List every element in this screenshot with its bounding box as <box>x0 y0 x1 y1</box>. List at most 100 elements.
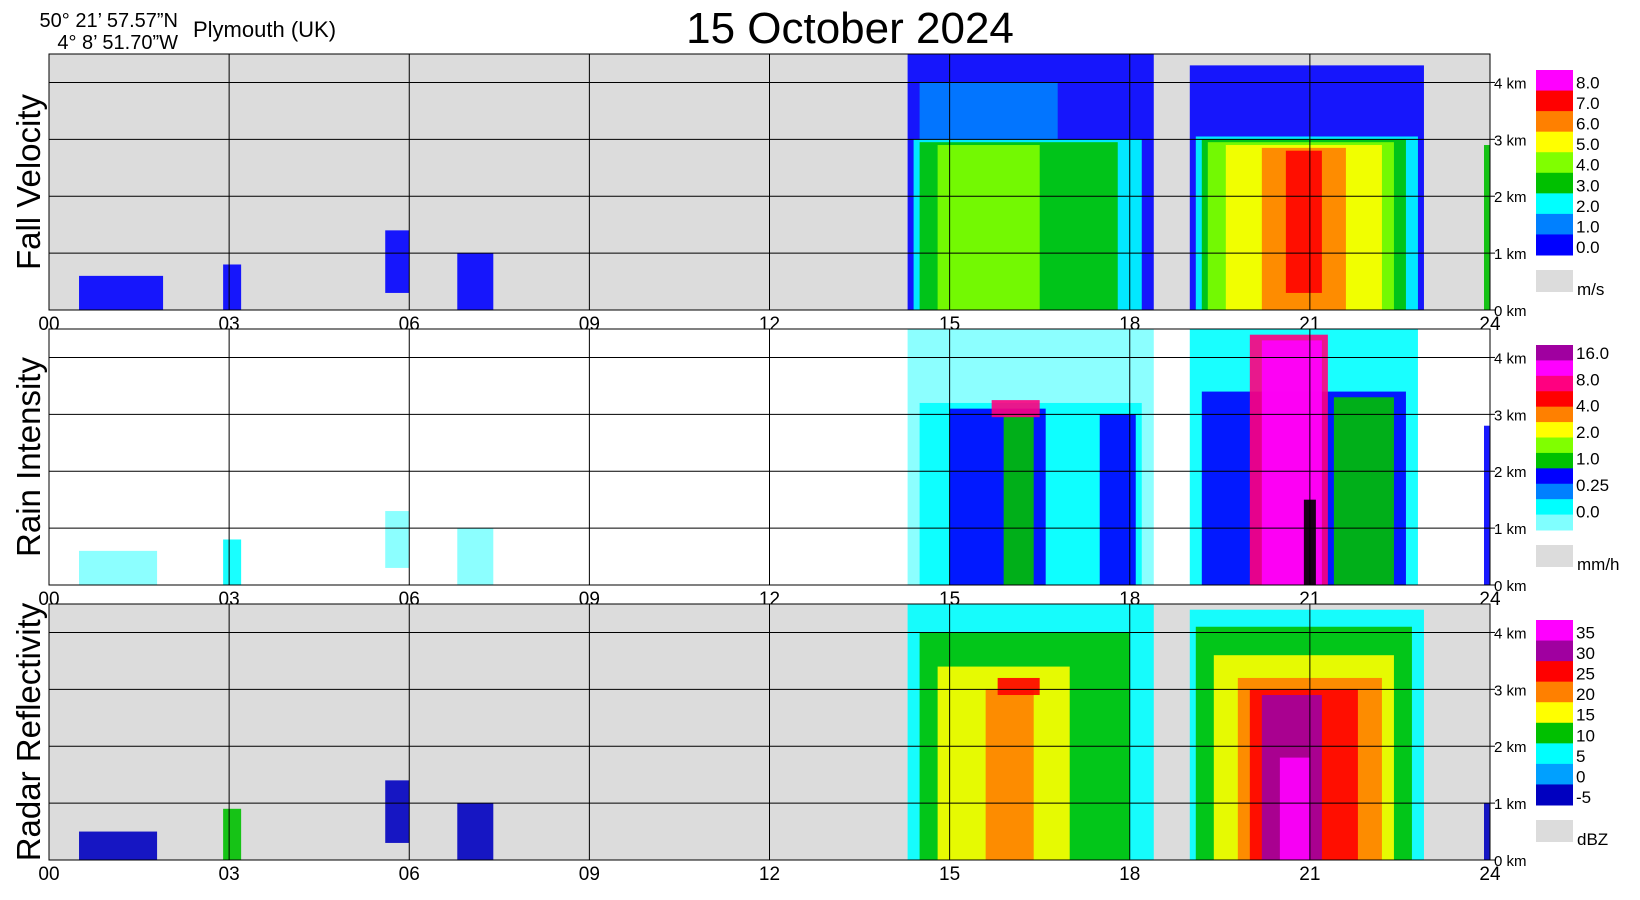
y-axis-label: Rain Intensity <box>10 357 47 557</box>
data-region <box>385 780 410 843</box>
legend-swatch <box>1536 722 1573 744</box>
legend-label: 0.0 <box>1576 238 1600 257</box>
legend-label: 0.0 <box>1576 502 1600 521</box>
legend-swatch <box>1536 452 1573 469</box>
data-region <box>79 275 164 310</box>
y-tick-label: 1 km <box>1494 796 1527 813</box>
legend-label: 5.0 <box>1576 135 1600 154</box>
data-region <box>997 677 1040 696</box>
data-region <box>457 528 494 585</box>
data-region <box>1483 803 1490 860</box>
legend-swatch <box>1536 131 1573 153</box>
x-tick-label: 06 <box>399 864 420 885</box>
header: 50° 21’ 57.57”N 4° 8’ 51.70”W Plymouth (… <box>40 4 1014 54</box>
x-tick-label: 09 <box>579 864 600 885</box>
y-tick-label: 3 km <box>1494 682 1527 699</box>
legend-label: 5 <box>1576 747 1585 766</box>
legend-unit: m/s <box>1577 280 1604 299</box>
legend-swatch <box>1536 193 1573 215</box>
legend-swatch <box>1536 681 1573 703</box>
data-region <box>1483 145 1490 310</box>
legend-label: 10 <box>1576 726 1595 745</box>
x-tick-label: 03 <box>219 864 240 885</box>
legend-swatch <box>1536 743 1573 765</box>
data-region <box>457 803 494 860</box>
legend-swatch <box>1536 784 1573 806</box>
legend-swatch <box>1536 702 1573 724</box>
legend-swatch <box>1536 360 1573 377</box>
x-tick-label: 15 <box>939 864 960 885</box>
page-title: 15 October 2024 <box>686 4 1014 53</box>
y-tick-label: 0 km <box>1494 303 1527 320</box>
data-region <box>1099 414 1136 585</box>
legend-nodata-swatch <box>1536 820 1573 842</box>
legend-swatch <box>1536 111 1573 133</box>
legend-label: 35 <box>1576 624 1595 643</box>
radar-chart-figure: 50° 21’ 57.57”N 4° 8’ 51.70”W Plymouth (… <box>10 4 1620 885</box>
legend-label: 15 <box>1576 706 1595 725</box>
y-tick-label: 3 km <box>1494 132 1527 149</box>
data-region <box>79 831 158 860</box>
legend-swatch <box>1536 640 1573 662</box>
legend-label: 2.0 <box>1576 423 1600 442</box>
data-region <box>223 264 242 310</box>
y-tick-label: 2 km <box>1494 189 1527 206</box>
y-tick-label: 4 km <box>1494 75 1527 92</box>
y-tick-label: 4 km <box>1494 625 1527 642</box>
y-tick-label: 0 km <box>1494 853 1527 870</box>
legend-label: 8.0 <box>1576 74 1600 93</box>
data-region <box>937 145 1040 310</box>
y-tick-label: 2 km <box>1494 464 1527 481</box>
legend-swatch <box>1536 620 1573 642</box>
legend-swatch <box>1536 763 1573 785</box>
y-axis-label: Radar Reflectivity <box>10 602 47 861</box>
longitude-label: 4° 8’ 51.70”W <box>57 32 178 54</box>
legend-label: 16.0 <box>1576 344 1609 363</box>
data-region <box>223 808 242 860</box>
legend-swatch <box>1536 391 1573 408</box>
data-region <box>1333 397 1394 585</box>
legend-label: 0.25 <box>1576 476 1609 495</box>
y-tick-label: 1 km <box>1494 521 1527 538</box>
legend-swatch <box>1536 345 1573 361</box>
legend-swatch <box>1536 483 1573 500</box>
legend-label: 4.0 <box>1576 397 1600 416</box>
legend-label: 7.0 <box>1576 94 1600 113</box>
legend-nodata-swatch <box>1536 270 1573 292</box>
panel-fall-velocity: 00 03 06 09 12 15 18 21 240 km1 km2 km3 km4 kmFa… <box>10 53 1604 335</box>
y-tick-label: 4 km <box>1494 350 1527 367</box>
location-label: Plymouth (UK) <box>193 17 336 42</box>
data-region <box>385 511 410 568</box>
panels: 00 03 06 09 12 15 18 21 240 km1 km2 km3 km4 kmFa… <box>10 53 1620 885</box>
legend-label: 2.0 <box>1576 197 1600 216</box>
data-region <box>1285 150 1322 293</box>
legend-label: 30 <box>1576 644 1595 663</box>
x-tick-label: 00 <box>38 864 59 885</box>
data-region <box>385 230 410 293</box>
legend-swatch <box>1536 70 1573 92</box>
y-tick-label: 3 km <box>1494 407 1527 424</box>
data-region <box>985 689 1034 860</box>
legend-label: 20 <box>1576 685 1595 704</box>
y-axis-label: Fall Velocity <box>10 93 47 270</box>
legend-swatch <box>1536 468 1573 485</box>
legend-label: 0 <box>1576 767 1585 786</box>
data-region <box>1279 757 1310 860</box>
panel-radar-reflectivity: 00 03 06 09 12 15 18 21 240 km1 km2 km3 km4 kmRa… <box>10 602 1608 885</box>
legend-swatch <box>1536 499 1573 516</box>
y-tick-label: 1 km <box>1494 246 1527 263</box>
data-region <box>457 253 494 310</box>
legend-unit: dBZ <box>1577 830 1608 849</box>
legend-swatch <box>1536 213 1573 235</box>
legend-swatch <box>1536 514 1573 531</box>
panel-rain-intensity: 00 03 06 09 12 15 18 21 240 km1 km2 km3 km4 kmRa… <box>10 328 1620 610</box>
data-region <box>223 539 242 585</box>
latitude-label: 50° 21’ 57.57”N <box>40 10 178 32</box>
legend-label: 6.0 <box>1576 115 1600 134</box>
data-region <box>79 550 158 585</box>
legend-swatch <box>1536 422 1573 438</box>
x-tick-label: 21 <box>1299 864 1320 885</box>
legend-swatch <box>1536 172 1573 194</box>
legend-label: -5 <box>1576 788 1591 807</box>
legend-swatch <box>1536 234 1573 256</box>
